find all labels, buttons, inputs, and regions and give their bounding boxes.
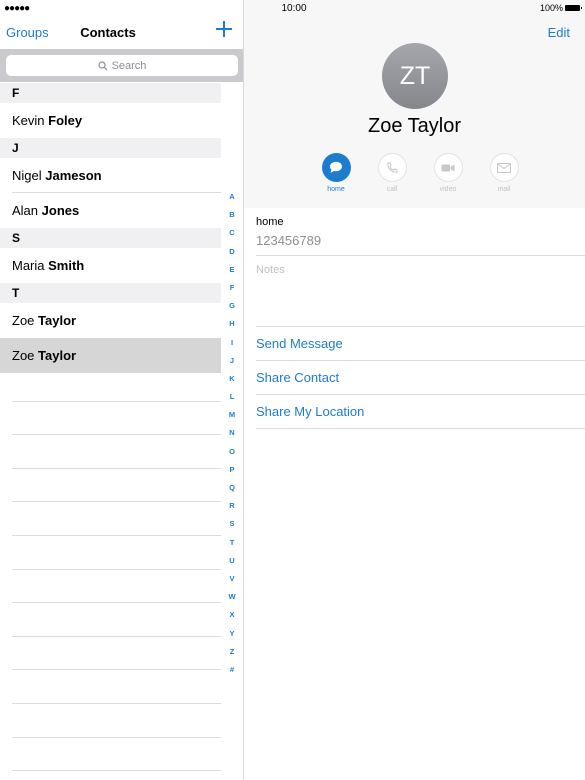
contact-detail-pane: 10:00 100% Edit ZT Zoe Taylor home call <box>244 0 585 780</box>
contact-row[interactable]: Kevin Foley <box>0 103 221 138</box>
contact-name: Zoe Taylor <box>367 115 461 137</box>
index-letter[interactable]: Z <box>224 643 240 661</box>
video-icon <box>441 164 455 171</box>
divider <box>256 360 585 361</box>
empty-list-area <box>12 368 221 772</box>
contact-row[interactable]: Zoe Taylor <box>0 303 221 338</box>
search-icon <box>97 60 107 70</box>
index-letter[interactable]: O <box>224 443 240 461</box>
status-time: 10:00 <box>281 3 307 14</box>
index-letter[interactable]: M <box>224 406 240 424</box>
page-title: Contacts <box>80 25 136 40</box>
contact-first-name: Nigel <box>12 168 42 183</box>
plus-icon[interactable] <box>215 20 233 38</box>
share-location-button[interactable]: Share My Location <box>256 404 364 419</box>
index-letter[interactable]: R <box>224 497 240 515</box>
action-label: video <box>439 186 457 193</box>
signal-strength: ●●●●● <box>4 3 30 14</box>
index-letter[interactable]: N <box>224 424 240 442</box>
contact-first-name: Zoe <box>12 313 35 328</box>
contact-last-name: Taylor <box>38 348 77 363</box>
action-label: mail <box>497 186 511 193</box>
video-action[interactable]: video <box>428 153 468 193</box>
contact-last-name: Smith <box>48 258 85 273</box>
index-letter[interactable]: H <box>224 315 240 333</box>
battery-icon <box>565 5 582 11</box>
contact-last-name: Jones <box>41 203 80 218</box>
search-input[interactable]: Search <box>6 55 238 76</box>
contact-last-name: Foley <box>48 113 83 128</box>
battery-percent: 100% <box>539 3 563 13</box>
divider <box>256 428 585 429</box>
notes-field[interactable]: Notes <box>256 264 285 276</box>
contact-row[interactable]: Maria Smith <box>0 248 221 283</box>
index-letter[interactable]: X <box>224 606 240 624</box>
index-letter[interactable]: B <box>224 206 240 224</box>
contact-row[interactable]: Alan Jones <box>0 193 221 228</box>
index-letter[interactable]: U <box>224 552 240 570</box>
contact-first-name: Alan <box>12 203 39 218</box>
index-letter[interactable]: Q <box>224 479 240 497</box>
phone-label: home <box>256 216 284 228</box>
message-icon <box>330 161 342 173</box>
contact-list: F Kevin Foley J Nigel Jameson Alan Jones… <box>0 83 221 373</box>
contact-first-name: Maria <box>12 258 45 273</box>
section-header-j: J <box>0 138 221 158</box>
index-letter[interactable]: E <box>224 261 240 279</box>
search-placeholder: Search <box>111 59 147 72</box>
phone-number[interactable]: 123456789 <box>256 233 321 248</box>
index-letter[interactable]: A <box>224 188 240 206</box>
divider <box>256 255 585 256</box>
index-letter[interactable]: C <box>224 224 240 242</box>
contacts-pane: ●●●●● Groups Contacts Search F Kevin Fol… <box>0 0 244 780</box>
section-header-f: F <box>0 83 221 103</box>
index-letter[interactable]: Y <box>224 625 240 643</box>
section-header-s: S <box>0 228 221 248</box>
mail-icon <box>497 162 511 173</box>
index-letter[interactable]: W <box>224 588 240 606</box>
edit-button[interactable]: Edit <box>548 25 570 40</box>
section-header-t: T <box>0 283 221 303</box>
index-letter[interactable]: V <box>224 570 240 588</box>
action-label: call <box>386 186 398 193</box>
search-bar: Search <box>0 49 243 82</box>
phone-icon <box>387 162 398 173</box>
index-letter[interactable]: J <box>224 352 240 370</box>
index-letter[interactable]: I <box>224 334 240 352</box>
index-letter[interactable]: D <box>224 243 240 261</box>
contact-last-name: Taylor <box>38 313 77 328</box>
alphabet-index[interactable]: A B C D E F G H I J K L M N O P Q R S T U V W X Y Z # <box>224 188 240 679</box>
index-letter[interactable]: S <box>224 515 240 533</box>
index-letter[interactable]: L <box>224 388 240 406</box>
divider <box>256 394 585 395</box>
share-contact-button[interactable]: Share Contact <box>256 370 339 385</box>
contact-last-name: Jameson <box>45 168 102 183</box>
mail-action[interactable]: mail <box>484 153 524 193</box>
divider <box>256 326 585 327</box>
index-letter[interactable]: F <box>224 279 240 297</box>
action-label: home <box>327 186 345 193</box>
contact-actions: home call video mail <box>316 153 519 198</box>
index-letter[interactable]: # <box>224 661 240 679</box>
send-message-button[interactable]: Send Message <box>256 336 343 351</box>
contact-first-name: Kevin <box>12 113 45 128</box>
call-action[interactable]: call <box>372 153 412 193</box>
index-letter[interactable]: T <box>224 534 240 552</box>
contact-first-name: Zoe <box>12 348 35 363</box>
index-letter[interactable]: P <box>224 461 240 479</box>
index-letter[interactable]: K <box>224 370 240 388</box>
contacts-nav-bar: Groups Contacts <box>0 15 243 49</box>
index-letter[interactable]: G <box>224 297 240 315</box>
message-action[interactable]: home <box>316 153 356 193</box>
contact-row[interactable]: Nigel Jameson <box>0 158 221 193</box>
avatar: ZT <box>382 43 448 109</box>
